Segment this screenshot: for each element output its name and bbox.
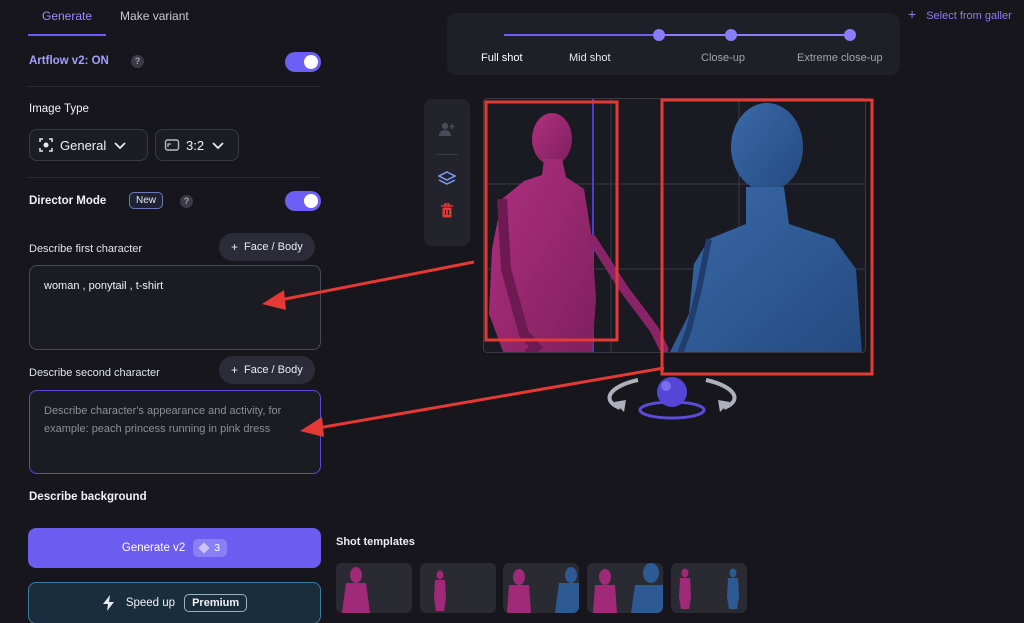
annotation-box-character-one bbox=[484, 100, 619, 342]
shot-template-thumb[interactable] bbox=[503, 563, 579, 613]
shot-template-thumb[interactable] bbox=[671, 563, 747, 613]
annotation-box-character-two bbox=[660, 98, 874, 376]
annotation-arrowhead-one bbox=[262, 290, 286, 310]
template-preview bbox=[679, 568, 739, 609]
annotation-arrow-one bbox=[279, 260, 475, 302]
shot-template-thumb[interactable] bbox=[420, 563, 496, 613]
template-preview bbox=[507, 567, 579, 613]
annotation-arrowhead-two bbox=[300, 417, 324, 437]
shot-template-thumb[interactable] bbox=[587, 563, 663, 613]
annotation-overlay bbox=[262, 98, 874, 437]
shot-template-thumb[interactable] bbox=[336, 563, 412, 613]
template-preview bbox=[593, 563, 663, 613]
shot-templates-label: Shot templates bbox=[336, 536, 415, 548]
rotate-arrows-icon[interactable] bbox=[600, 372, 745, 424]
template-preview bbox=[434, 570, 446, 611]
template-preview bbox=[342, 567, 370, 613]
